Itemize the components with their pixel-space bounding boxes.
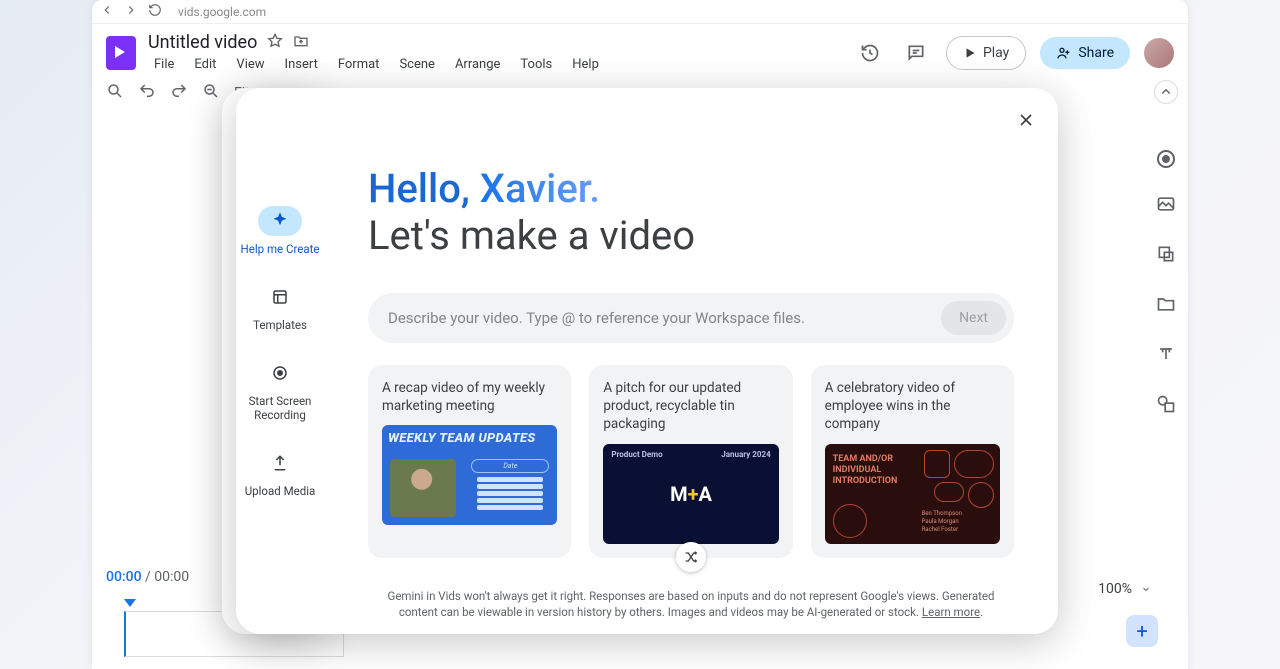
suggestion-card-3[interactable]: A celebratory video of employee wins in … — [811, 365, 1014, 558]
menu-scene[interactable]: Scene — [393, 55, 441, 74]
menu-file[interactable]: File — [148, 55, 180, 74]
record-screen-icon — [271, 364, 289, 382]
move-to-drive-icon[interactable] — [293, 33, 309, 53]
greeting-name: Xavier. — [480, 165, 600, 212]
sidebar-templates-label: Templates — [253, 318, 307, 332]
menu-insert[interactable]: Insert — [279, 55, 324, 74]
document-title[interactable]: Untitled video — [148, 32, 257, 53]
menu-help[interactable]: Help — [566, 55, 605, 74]
card2-title: A pitch for our updated product, recycla… — [603, 379, 778, 434]
share-icon — [1056, 45, 1072, 61]
card1-title: A recap video of my weekly marketing mee… — [382, 379, 557, 415]
sparkle-icon — [271, 212, 289, 230]
shuffle-button[interactable] — [676, 542, 706, 572]
record-icon[interactable] — [1157, 150, 1175, 168]
history-icon[interactable] — [854, 37, 886, 69]
app-header: Untitled video File Edit View Insert For… — [92, 24, 1188, 74]
media-icon[interactable] — [1156, 194, 1176, 218]
sidebar-upload-label: Upload Media — [245, 484, 316, 498]
browser-window: vids.google.com Untitled video File Edit… — [92, 0, 1188, 669]
redo-icon[interactable] — [170, 82, 188, 104]
upload-icon — [271, 454, 289, 472]
zoom-control[interactable]: 100% — [1098, 581, 1152, 597]
play-label: Play — [983, 45, 1009, 61]
star-icon[interactable] — [267, 33, 283, 53]
templates-icon — [271, 288, 289, 306]
comments-icon[interactable] — [900, 37, 932, 69]
modal-main: Hello, Xavier. Let's make a video Next A… — [324, 88, 1058, 634]
vids-logo[interactable] — [106, 36, 136, 70]
disclaimer-text: Gemini in Vids won't always get it right… — [387, 589, 994, 619]
suggestion-card-2[interactable]: A pitch for our updated product, recycla… — [589, 365, 792, 558]
learn-more-link[interactable]: Learn more — [922, 605, 980, 619]
text-tool-icon[interactable] — [1156, 344, 1176, 368]
right-rail — [1156, 150, 1176, 418]
shuffle-icon — [683, 549, 699, 565]
menu-arrange[interactable]: Arrange — [449, 55, 506, 74]
prompt-container: Next — [368, 293, 1014, 343]
time-current: 00:00 — [106, 569, 142, 585]
play-button[interactable]: Play — [946, 36, 1026, 70]
prompt-input[interactable] — [388, 309, 929, 327]
add-scene-button[interactable]: + — [1126, 615, 1158, 647]
greeting-hello: Hello, — [368, 165, 480, 212]
disclaimer: Gemini in Vids won't always get it right… — [368, 588, 1014, 620]
shape-tool-icon[interactable] — [1156, 244, 1176, 268]
card3-title: A celebratory video of employee wins in … — [825, 379, 1000, 434]
time-total: 00:00 — [154, 569, 189, 585]
undo-icon[interactable] — [138, 82, 156, 104]
shapes-icon[interactable] — [1156, 394, 1176, 418]
card2-thumb: M+A — [603, 444, 778, 544]
sidebar-record-label: Start Screen Recording — [240, 394, 320, 422]
reload-icon[interactable] — [148, 3, 162, 20]
menu-bar: File Edit View Insert Format Scene Arran… — [148, 55, 605, 74]
card1-thumb-date: Date — [471, 459, 549, 473]
sidebar-upload-media[interactable]: Upload Media — [240, 448, 320, 498]
nav-back-icon[interactable] — [100, 3, 114, 20]
suggestion-card-1[interactable]: A recap video of my weekly marketing mee… — [368, 365, 571, 558]
sidebar-help-label: Help me Create — [241, 242, 320, 256]
search-icon[interactable] — [106, 82, 124, 104]
zoom-icon[interactable] — [202, 82, 220, 104]
create-video-modal: Help me Create Templates Start Screen Re… — [236, 88, 1058, 634]
url-bar[interactable]: vids.google.com — [172, 5, 1160, 19]
folder-icon[interactable] — [1156, 294, 1176, 318]
close-modal-button[interactable] — [1016, 110, 1036, 134]
menu-edit[interactable]: Edit — [188, 55, 222, 74]
zoom-value: 100% — [1098, 581, 1132, 597]
share-label: Share — [1078, 45, 1114, 61]
card3-thumb: Ben ThompsonPaula MorganRachel Foster — [825, 444, 1000, 544]
playhead[interactable] — [124, 599, 136, 607]
suggestion-cards: A recap video of my weekly marketing mee… — [368, 365, 1014, 558]
greeting-line1: Hello, Xavier. — [368, 166, 1014, 212]
modal-sidebar: Help me Create Templates Start Screen Re… — [236, 88, 324, 634]
sidebar-screen-record[interactable]: Start Screen Recording — [240, 358, 320, 422]
play-icon — [963, 46, 977, 60]
browser-bar: vids.google.com — [92, 0, 1188, 24]
menu-view[interactable]: View — [230, 55, 270, 74]
nav-forward-icon[interactable] — [124, 3, 138, 20]
greeting-line2: Let's make a video — [368, 212, 1014, 259]
menu-format[interactable]: Format — [332, 55, 386, 74]
sidebar-templates[interactable]: Templates — [240, 282, 320, 332]
next-button[interactable]: Next — [941, 301, 1006, 335]
collapse-toolbar-icon[interactable] — [1154, 80, 1178, 104]
card1-thumb: Date — [382, 425, 557, 525]
share-button[interactable]: Share — [1040, 37, 1130, 69]
chevron-down-icon — [1140, 583, 1152, 595]
sidebar-help-me-create[interactable]: Help me Create — [240, 206, 320, 256]
menu-tools[interactable]: Tools — [514, 55, 558, 74]
account-avatar[interactable] — [1144, 38, 1174, 68]
